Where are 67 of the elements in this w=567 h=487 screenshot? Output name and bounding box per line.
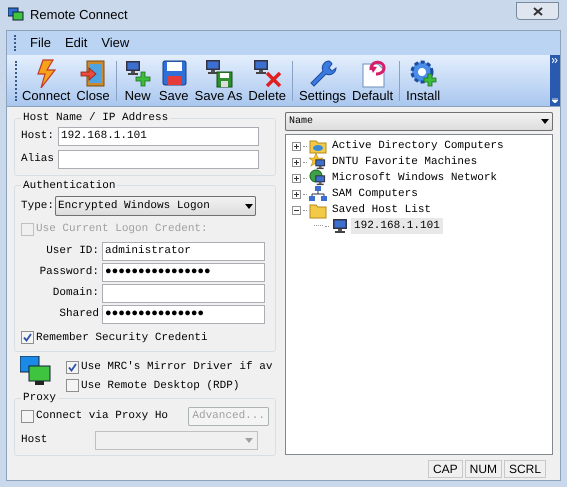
toolbar-button[interactable]: Save	[156, 58, 192, 103]
field-label: Host	[21, 432, 48, 448]
tree-item[interactable]: Active Directory Computers	[329, 138, 507, 154]
toolbar-overflow-button[interactable]	[550, 55, 560, 106]
group-title: Authentication	[22, 178, 116, 194]
expand-icon[interactable]	[292, 190, 301, 198]
toolbar-button[interactable]: Delete	[245, 58, 289, 103]
column-dropdown[interactable]: Name	[285, 112, 553, 131]
checkbox[interactable]	[66, 360, 79, 374]
caret-icon	[245, 204, 254, 208]
expand-icon[interactable]	[292, 174, 301, 182]
menu-item[interactable]: View	[101, 33, 130, 53]
status-indicator: NUM	[464, 460, 502, 478]
field-label: Host:	[21, 128, 56, 144]
menu-item[interactable]: File	[30, 33, 51, 53]
toolbar-button[interactable]: Default	[348, 58, 396, 103]
app-icon	[8, 7, 24, 23]
field-label: Domain:	[52, 286, 99, 301]
monitors-icon	[20, 356, 52, 386]
group-title: Host Name / IP Address	[22, 111, 170, 126]
toolbar-button[interactable]: Install	[403, 58, 444, 103]
toolbar-button[interactable]: New	[120, 58, 156, 103]
status-indicator: CAP	[428, 460, 463, 478]
check-icon	[23, 333, 32, 342]
tree-item[interactable]: Saved Host List	[329, 202, 434, 218]
caret-icon	[541, 119, 549, 124]
field-label: Password:	[38, 264, 99, 280]
checkbox[interactable]	[66, 379, 79, 392]
tree-item[interactable]: DNTU Favorite Machines	[329, 154, 480, 170]
field-label: User ID:	[45, 244, 99, 259]
caret-icon	[552, 98, 558, 103]
field-label: Type:	[21, 198, 54, 214]
checkbox-label: Use MRC's Mirror Driver if av	[81, 360, 272, 375]
tree-item[interactable]: SAM Computers	[329, 186, 421, 202]
menu-item[interactable]: Edit	[64, 33, 88, 53]
checkbox[interactable]	[21, 410, 34, 422]
checkbox-label: Use Remote Desktop (RDP)	[81, 378, 240, 394]
toolbar-button[interactable]: Close	[73, 58, 113, 103]
collapse-icon[interactable]	[292, 206, 301, 214]
field-label: Shared	[58, 306, 99, 322]
checkbox-label: Remember Security Credenti	[36, 330, 208, 346]
text-field[interactable]	[102, 284, 265, 302]
tree-item[interactable]: 192.168.1.101	[351, 218, 443, 234]
toolbar-button[interactable]: Save As	[192, 58, 246, 103]
chevron-icon	[552, 58, 558, 63]
caret-icon	[245, 438, 253, 442]
toolbar-button[interactable]: Settings	[296, 58, 349, 103]
status-indicator: SCRL	[504, 460, 546, 478]
text-field[interactable]: 192.168.1.101	[58, 126, 259, 146]
checkbox-label: Use Current Logon Credent:	[36, 222, 208, 237]
field-label: Alias	[21, 152, 56, 167]
close-button[interactable]	[516, 2, 559, 20]
text-field[interactable]: ●●●●●●●●●●●●●●●●	[102, 262, 265, 282]
group-title: Proxy	[22, 391, 58, 406]
check-icon	[68, 362, 77, 372]
window-title: Remote Connect	[30, 6, 128, 24]
text-field[interactable]	[58, 150, 259, 168]
checkbox[interactable]	[21, 331, 34, 344]
text-field[interactable]: ●●●●●●●●●●●●●●●	[102, 304, 265, 324]
tree-item[interactable]: Microsoft Windows Network	[329, 170, 500, 186]
toolbar-button[interactable]: Connect	[19, 58, 74, 103]
close-icon	[532, 6, 542, 16]
text-field[interactable]: administrator	[102, 242, 265, 260]
expand-icon[interactable]	[292, 158, 301, 166]
type-dropdown[interactable]: Encrypted Windows Logon	[55, 196, 256, 216]
checkbox-label: Connect via Proxy Ho	[36, 408, 168, 424]
expand-icon[interactable]	[292, 142, 301, 150]
